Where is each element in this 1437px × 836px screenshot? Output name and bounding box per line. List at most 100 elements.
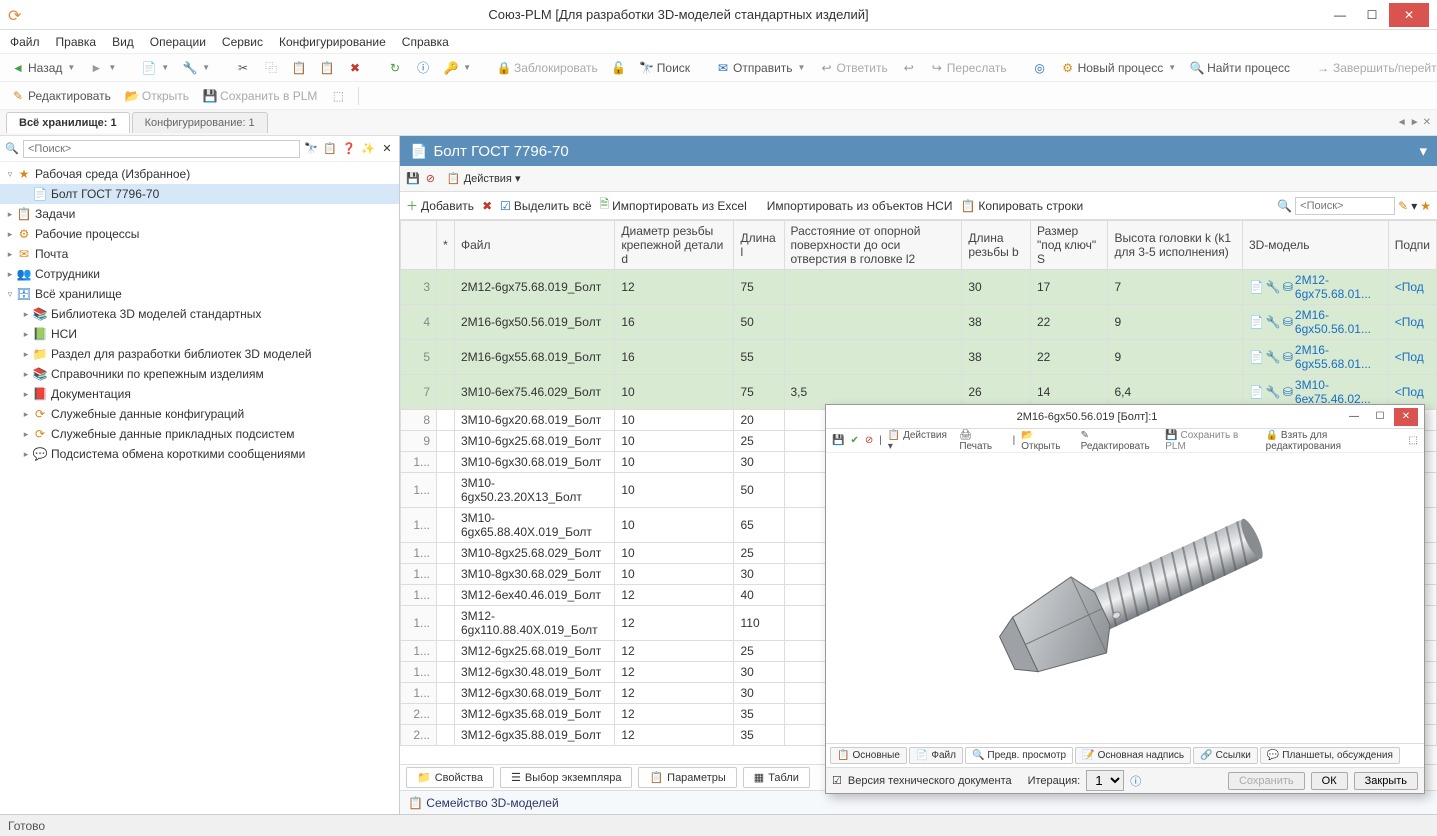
col-sign[interactable]: Подпи (1388, 221, 1436, 270)
cut-button[interactable]: ✂ (231, 59, 255, 77)
col-size-s[interactable]: Размер "под ключ" S (1030, 221, 1107, 270)
new-button[interactable]: 📄▼ (137, 59, 174, 77)
copy-rows-button[interactable]: 📋Копировать строки (960, 199, 1083, 213)
menu-operations[interactable]: Операции (150, 35, 206, 49)
pv-min-button[interactable]: — (1342, 408, 1366, 426)
find-process-button[interactable]: 🔍Найти процесс (1185, 59, 1295, 77)
pv-edit[interactable]: ✎ Редактировать (1081, 430, 1160, 452)
col-file[interactable]: Файл (455, 221, 615, 270)
menu-config[interactable]: Конфигурирование (279, 35, 386, 49)
pv-take[interactable]: 🔒 Взять для редактирования (1266, 430, 1403, 452)
pv-iter-info-icon[interactable]: ⓘ (1130, 773, 1141, 789)
info-button[interactable]: ⓘ (411, 59, 435, 77)
pv-actions[interactable]: 📋 Действия ▾ (888, 430, 954, 452)
open-button[interactable]: 📂Открыть (120, 87, 194, 105)
clear-icon[interactable]: ✕ (379, 141, 395, 157)
table-row[interactable]: 3 2М12-6gх75.68.019_Болт 12 75 30 17 7 📄… (401, 270, 1437, 305)
tab-close-icon[interactable]: ✕ (1423, 117, 1431, 128)
tree-section[interactable]: ▸📁Раздел для разработки библиотек 3D мод… (0, 344, 399, 364)
btab-instance[interactable]: ☰Выбор экземпляра (500, 767, 632, 788)
menu-service[interactable]: Сервис (222, 35, 263, 49)
wrench-button[interactable]: 🔧▼ (178, 59, 215, 77)
tree-storage[interactable]: ▿🗄Всё хранилище (0, 284, 399, 304)
unlock-button[interactable]: 🔓 (607, 59, 631, 77)
preview-titlebar[interactable]: 2М16-6gх50.56.019 [Болт]:1 — ☐ ✕ (826, 405, 1424, 429)
pv-check-icon[interactable]: ✔ (850, 435, 858, 446)
paste2-button[interactable]: 📋 (315, 59, 339, 77)
pvtab-file[interactable]: 📄 Файл (909, 747, 963, 764)
refresh-button[interactable]: ↻ (383, 59, 407, 77)
pvtab-preview[interactable]: 🔍 Предв. просмотр (965, 747, 1073, 764)
tree-docs[interactable]: ▸📕Документация (0, 384, 399, 404)
import-excel-button[interactable]: 🗎Импортировать из Excel (600, 195, 747, 216)
content-actions[interactable]: 📋 Действия ▾ (447, 172, 521, 185)
pv-print[interactable]: 🖨 Печать (959, 430, 1006, 452)
finish-button[interactable]: →Завершить/перейти к▼ (1311, 59, 1437, 77)
tab-storage[interactable]: Всё хранилище: 1 (6, 112, 130, 133)
tree-svc-app[interactable]: ▸⟳Служебные данные прикладных подсистем (0, 424, 399, 444)
pencil-icon[interactable]: ✎ (1398, 199, 1408, 213)
content-forbid-icon[interactable]: ⊘ (426, 172, 435, 185)
delete-button[interactable]: ✖ (343, 59, 367, 77)
reply-button[interactable]: ↩Ответить (814, 59, 892, 77)
content-save-icon[interactable]: 💾 (406, 172, 420, 185)
pv-open[interactable]: 📂 Открыть (1021, 430, 1074, 452)
table-row[interactable]: 4 2М16-6gх50.56.019_Болт 16 50 38 22 9 📄… (401, 305, 1437, 340)
remove-button[interactable]: ✖ (482, 199, 492, 213)
save-plm-button[interactable]: 💾Сохранить в PLM (198, 87, 322, 105)
menu-edit[interactable]: Правка (56, 35, 97, 49)
close-button[interactable]: ✕ (1389, 3, 1429, 27)
extra-button[interactable]: ⬚ (326, 87, 350, 105)
table-row[interactable]: 5 2М16-6gх55.68.019_Болт 16 55 38 22 9 📄… (401, 340, 1437, 375)
search-button[interactable]: 🔭Поиск (635, 59, 695, 77)
menu-view[interactable]: Вид (112, 35, 134, 49)
binoculars-icon[interactable]: 🔭 (303, 141, 319, 157)
tree-msg[interactable]: ▸💬Подсистема обмена короткими сообщениям… (0, 444, 399, 464)
tab-nav-right-icon[interactable]: ► (1410, 117, 1420, 128)
btab-props[interactable]: 📁Свойства (406, 767, 494, 788)
paste-button[interactable]: 📋 (287, 59, 311, 77)
preview-window[interactable]: 2М16-6gх50.56.019 [Болт]:1 — ☐ ✕ 💾 ✔ ⊘ |… (825, 404, 1425, 794)
col-model[interactable]: 3D-модель (1242, 221, 1388, 270)
tab-config[interactable]: Конфигурирование: 1 (132, 112, 268, 133)
lock-button[interactable]: 🔒Заблокировать (492, 59, 603, 77)
clipboard-icon[interactable]: 📋 (322, 141, 338, 157)
copy-button[interactable]: ⿻ (259, 59, 283, 77)
tree-staff[interactable]: ▸👥Сотрудники (0, 264, 399, 284)
minimize-button[interactable]: — (1325, 3, 1355, 27)
col-diam[interactable]: Диаметр резьбы крепежной детали d (615, 221, 734, 270)
import-nsi-button[interactable]: Импортировать из объектов НСИ (767, 199, 953, 213)
pvtab-boards[interactable]: 💬 Планшеты, обсуждения (1260, 747, 1400, 764)
pv-close-button[interactable]: ✕ (1394, 408, 1418, 426)
sidebar-search-input[interactable] (23, 140, 300, 158)
tree-favorites[interactable]: ▿★Рабочая среда (Избранное) (0, 164, 399, 184)
tab-nav-left-icon[interactable]: ◄ (1397, 117, 1407, 128)
btab-tables[interactable]: ▦Табли (743, 767, 810, 788)
pv-cancel-icon[interactable]: ⊘ (865, 435, 873, 446)
pvtab-main[interactable]: 📋 Основные (830, 747, 907, 764)
pv-close-button2[interactable]: Закрыть (1354, 772, 1418, 790)
tree-processes[interactable]: ▸⚙Рабочие процессы (0, 224, 399, 244)
col-head-k[interactable]: Высота головки k (k1 для 3-5 исполнения) (1108, 221, 1243, 270)
tree-refs[interactable]: ▸📚Справочники по крепежным изделиям (0, 364, 399, 384)
tree-mail[interactable]: ▸✉Почта (0, 244, 399, 264)
tree-svc-cfg[interactable]: ▸⟳Служебные данные конфигураций (0, 404, 399, 424)
col-lenl[interactable]: Длина l (734, 221, 784, 270)
send-button[interactable]: ✉Отправить▼ (711, 59, 810, 77)
collapse-icon[interactable]: ▾ (1419, 142, 1427, 160)
col-lenb[interactable]: Длина резьбы b (962, 221, 1031, 270)
pvtab-links[interactable]: 🔗 Ссылки (1193, 747, 1258, 764)
new-process-button[interactable]: ⚙Новый процесс▼ (1056, 59, 1182, 77)
reply-all-button[interactable]: ↩ (897, 59, 921, 77)
tree-tasks[interactable]: ▸📋Задачи (0, 204, 399, 224)
forward-button[interactable]: ►▼ (84, 59, 121, 77)
table-search-input[interactable] (1295, 197, 1395, 215)
pvtab-stamp[interactable]: 📝 Основная надпись (1075, 747, 1191, 764)
btab-params[interactable]: 📋Параметры (638, 767, 736, 788)
pv-save-icon[interactable]: 💾 (832, 435, 844, 446)
tree-nsi[interactable]: ▸📗НСИ (0, 324, 399, 344)
col-star[interactable]: * (437, 221, 455, 270)
pv-ok-button[interactable]: ОК (1311, 772, 1348, 790)
menu-help[interactable]: Справка (402, 35, 449, 49)
tree-lib3d[interactable]: ▸📚Библиотека 3D моделей стандартных (0, 304, 399, 324)
